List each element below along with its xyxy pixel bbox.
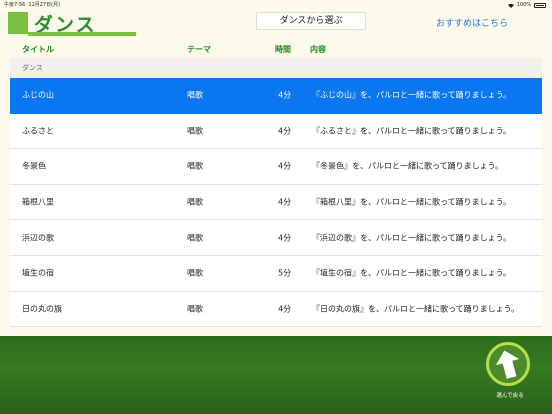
row-theme: 唱歌 (187, 304, 203, 314)
wifi-icon (507, 3, 514, 8)
title-underline (28, 32, 136, 36)
row-theme: 唱歌 (187, 161, 203, 171)
row-time: 5分 (278, 268, 292, 278)
row-title: ふるさと (22, 126, 54, 136)
column-headers: タイトル テーマ 時間 内容 (0, 40, 552, 58)
song-table: ふじの山 唱歌 4分 『ふじの山』を、パルロと一緒に歌って踊りましょう。 ふるさ… (10, 78, 542, 328)
row-theme: 唱歌 (187, 197, 203, 207)
row-content: 『浜辺の歌』を、パルロと一緒に歌って踊りましょう。 (312, 233, 512, 243)
section-header: ダンス (10, 58, 542, 78)
row-content: 『埴生の宿』を、パルロと一緒に歌って踊りましょう。 (312, 268, 512, 278)
col-content: 内容 (310, 45, 326, 54)
row-title: 箱根八里 (22, 197, 54, 207)
bottom-bar (0, 336, 552, 414)
status-right: 100% (507, 0, 546, 10)
table-row[interactable]: ふじの山 唱歌 4分 『ふじの山』を、パルロと一緒に歌って踊りましょう。 (10, 78, 542, 114)
table-row[interactable]: 箱根八里 唱歌 4分 『箱根八里』を、パルロと一緒に歌って踊りましょう。 (10, 184, 542, 221)
row-title: 浜辺の歌 (22, 233, 54, 243)
select-and-back-button[interactable] (486, 342, 530, 386)
row-title: 日の丸の旗 (22, 304, 62, 314)
row-theme: 唱歌 (187, 268, 203, 278)
battery-percent: 100% (516, 2, 531, 8)
table-row[interactable]: 浜辺の歌 唱歌 4分 『浜辺の歌』を、パルロと一緒に歌って踊りましょう。 (10, 220, 542, 256)
row-time: 4分 (278, 126, 292, 136)
table-row[interactable]: 冬景色 唱歌 4分 『冬景色』を、パルロと一緒に歌って踊りましょう。 (10, 149, 542, 185)
status-time: 午後7:56 12月27日(月) (4, 0, 60, 10)
col-time: 時間 (275, 45, 291, 54)
arrow-up-icon (495, 350, 520, 379)
row-time: 4分 (278, 197, 292, 207)
row-title: 冬景色 (22, 161, 46, 171)
date-text: 12月27日(月) (28, 2, 61, 8)
recommend-link[interactable]: おすすめはこちら (436, 16, 508, 29)
row-theme: 唱歌 (187, 126, 203, 136)
battery-icon (534, 2, 546, 8)
row-theme: 唱歌 (187, 233, 203, 243)
row-content: 『日の丸の旗』を、パルロと一緒に歌って踊りましょう。 (312, 304, 520, 314)
row-time: 4分 (278, 304, 292, 314)
row-content: 『箱根八里』を、パルロと一緒に歌って踊りましょう。 (312, 197, 512, 207)
row-title: 埴生の宿 (22, 268, 54, 278)
clock-text: 午後7:56 (4, 2, 26, 8)
table-row[interactable]: 埴生の宿 唱歌 5分 『埴生の宿』を、パルロと一緒に歌って踊りましょう。 (10, 255, 542, 292)
page-title-block: ダンス (8, 12, 136, 36)
table-row[interactable]: ふるさと 唱歌 4分 『ふるさと』を、パルロと一緒に歌って踊りましょう。 (10, 113, 542, 150)
row-title: ふじの山 (22, 90, 54, 100)
row-time: 4分 (278, 90, 292, 100)
title-accent-square (8, 12, 28, 34)
section-label: ダンス (22, 64, 43, 72)
category-selector[interactable]: ダンスから選ぶ (256, 12, 366, 30)
row-content: 『冬景色』を、パルロと一緒に歌って踊りましょう。 (312, 161, 504, 171)
col-theme: テーマ (187, 45, 211, 54)
col-title: タイトル (22, 45, 54, 54)
status-bar: 午後7:56 12月27日(月) 100% (0, 0, 552, 10)
table-row[interactable]: 日の丸の旗 唱歌 4分 『日の丸の旗』を、パルロと一緒に歌って踊りましょう。 (10, 291, 542, 328)
row-content: 『ふじの山』を、パルロと一緒に歌って踊りましょう。 (312, 90, 512, 100)
row-theme: 唱歌 (187, 90, 203, 100)
row-content: 『ふるさと』を、パルロと一緒に歌って踊りましょう。 (312, 126, 512, 136)
back-button-label: 選んで戻る (496, 393, 524, 399)
row-time: 4分 (278, 233, 292, 243)
row-time: 4分 (278, 161, 292, 171)
